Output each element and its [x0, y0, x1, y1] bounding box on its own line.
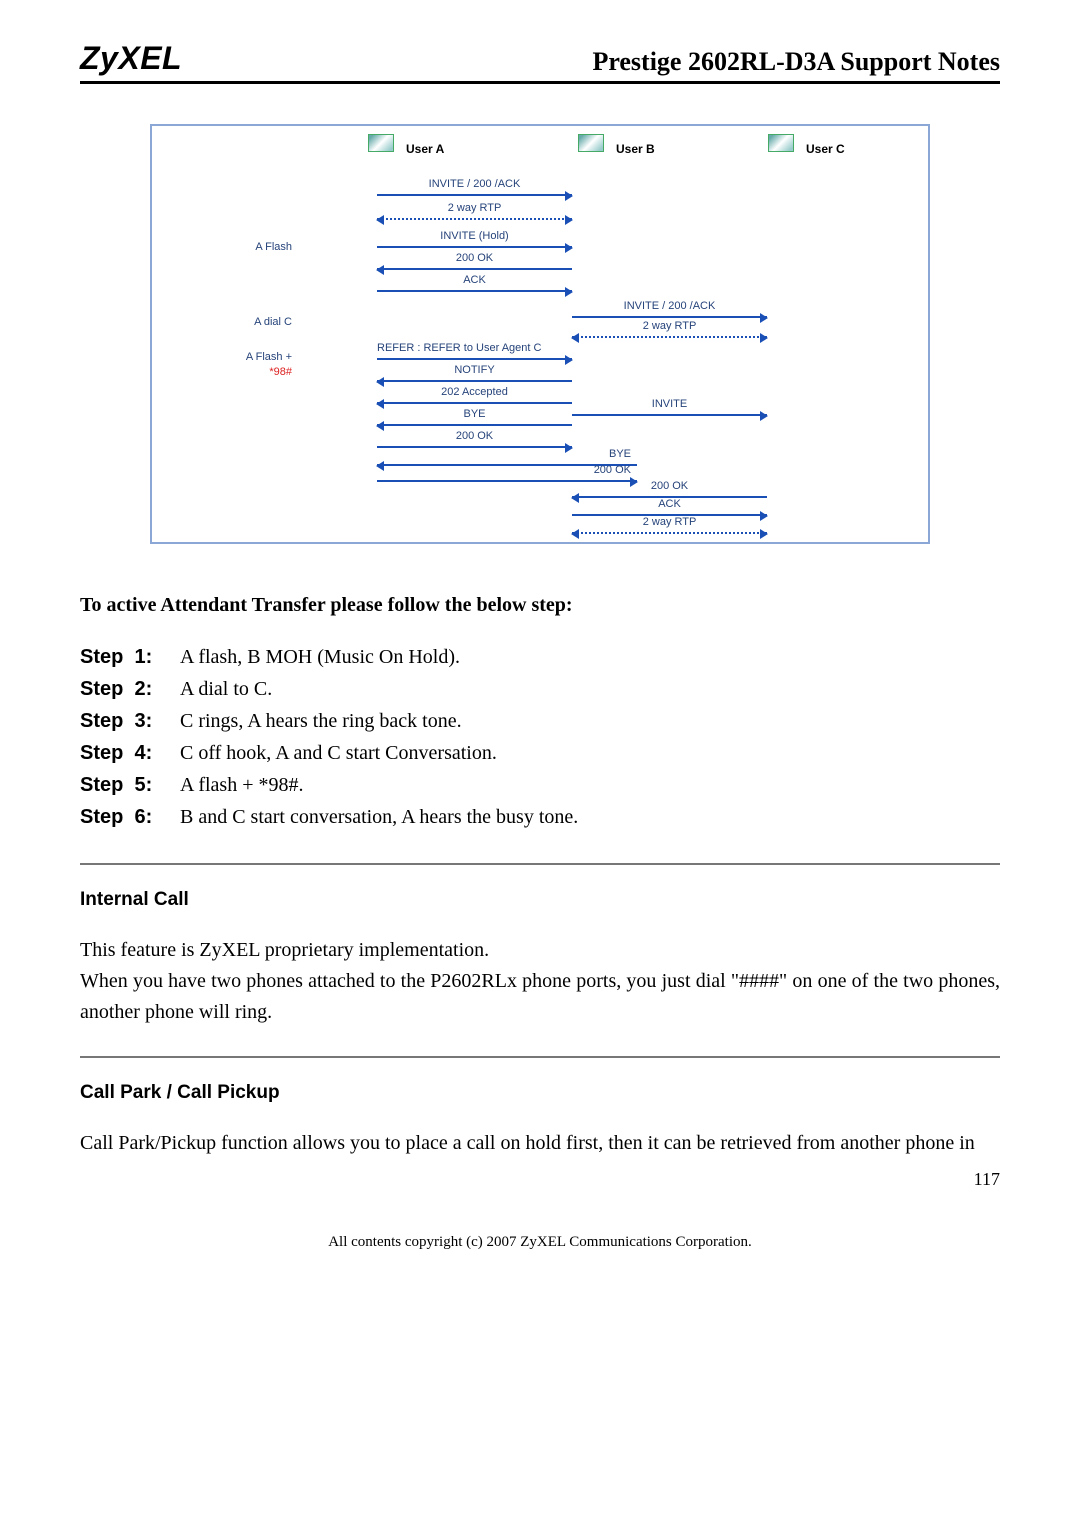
arrow-left-icon	[571, 529, 579, 539]
step-body: B and C start conversation, A hears the …	[180, 801, 1000, 833]
arrow-right-icon	[760, 411, 768, 421]
msg-label: INVITE	[572, 398, 767, 410]
user-c-column-header: User C	[762, 134, 845, 164]
step-row: Step 4: C off hook, A and C start Conver…	[80, 737, 1000, 769]
attendant-transfer-heading: To active Attendant Transfer please foll…	[80, 594, 1000, 617]
side-label-aflash98a: A Flash +	[172, 351, 292, 363]
msg-invite-b-c: INVITE	[572, 414, 767, 416]
msg-200ok-1: 200 OK	[377, 268, 572, 270]
msg-label: BYE	[377, 408, 572, 420]
user-c-label: User C	[806, 142, 845, 156]
internal-call-p2: When you have two phones attached to the…	[80, 966, 1000, 1028]
call-park-heading: Call Park / Call Pickup	[80, 1082, 1000, 1104]
msg-notify: NOTIFY	[377, 380, 572, 382]
step-row: Step 1: A flash, B MOH (Music On Hold).	[80, 641, 1000, 673]
msg-refer: REFER : REFER to User Agent C	[377, 358, 572, 360]
step-label: Step 6:	[80, 801, 170, 833]
call-park-p1: Call Park/Pickup function allows you to …	[80, 1128, 1000, 1159]
msg-2wayrtp-b-c-2: 2 way RTP	[572, 532, 767, 534]
arrow-right-icon	[565, 191, 573, 201]
arrow-right-icon	[760, 529, 768, 539]
step-label: Step 3:	[80, 705, 170, 737]
msg-label: BYE	[377, 448, 637, 460]
document-title: Prestige 2602RL-D3A Support Notes	[592, 47, 1000, 77]
msg-2wayrtp-b-c-1: 2 way RTP	[572, 336, 767, 338]
user-a-label: User A	[406, 142, 444, 156]
footer-copyright: All contents copyright (c) 2007 ZyXEL Co…	[80, 1234, 1000, 1251]
divider	[80, 863, 1000, 865]
msg-invite-200-ack-a-b: INVITE / 200 /ACK	[377, 194, 572, 196]
step-label: Step 4:	[80, 737, 170, 769]
msg-label: 200 OK	[377, 464, 637, 476]
msg-label: INVITE / 200 /ACK	[572, 300, 767, 312]
user-b-label: User B	[616, 142, 655, 156]
arrow-right-icon	[565, 287, 573, 297]
step-row: Step 6: B and C start conversation, A he…	[80, 801, 1000, 833]
step-row: Step 5: A flash + *98#.	[80, 769, 1000, 801]
msg-label: 200 OK	[377, 252, 572, 264]
sip-sequence-diagram: User A User B User C A Flash A dial C A …	[150, 124, 930, 544]
side-label-aflash: A Flash	[172, 241, 292, 253]
msg-label: INVITE (Hold)	[377, 230, 572, 242]
step-body: C rings, A hears the ring back tone.	[180, 705, 1000, 737]
computer-icon	[572, 134, 610, 164]
step-body: C off hook, A and C start Conversation.	[180, 737, 1000, 769]
step-label: Step 2:	[80, 673, 170, 705]
msg-label: INVITE / 200 /ACK	[377, 178, 572, 190]
divider	[80, 1056, 1000, 1058]
msg-bye-1: BYE	[377, 424, 572, 426]
step-body: A flash, B MOH (Music On Hold).	[180, 641, 1000, 673]
arrow-left-icon	[571, 333, 579, 343]
step-label: Step 1:	[80, 641, 170, 673]
step-row: Step 2: A dial to C.	[80, 673, 1000, 705]
msg-label: 2 way RTP	[377, 202, 572, 214]
msg-label: 200 OK	[572, 480, 767, 492]
page-number: 117	[80, 1169, 1000, 1190]
msg-label: ACK	[572, 498, 767, 510]
brand-logo: ZyXEL	[80, 40, 182, 77]
msg-label: 200 OK	[377, 430, 572, 442]
steps-list: Step 1: A flash, B MOH (Music On Hold). …	[80, 641, 1000, 833]
msg-label: 2 way RTP	[572, 516, 767, 528]
arrow-left-icon	[376, 215, 384, 225]
side-label-aflash98b: *98#	[172, 366, 292, 378]
user-b-column-header: User B	[572, 134, 655, 164]
msg-label: REFER : REFER to User Agent C	[377, 342, 572, 354]
msg-label: ACK	[377, 274, 572, 286]
arrow-right-icon	[565, 215, 573, 225]
msg-invite-hold: INVITE (Hold)	[377, 246, 572, 248]
step-body: A dial to C.	[180, 673, 1000, 705]
msg-label: 2 way RTP	[572, 320, 767, 332]
internal-call-heading: Internal Call	[80, 889, 1000, 911]
side-label-adialc: A dial C	[172, 316, 292, 328]
page-header: ZyXEL Prestige 2602RL-D3A Support Notes	[80, 40, 1000, 84]
step-body: A flash + *98#.	[180, 769, 1000, 801]
computer-icon	[362, 134, 400, 164]
msg-ack-1: ACK	[377, 290, 572, 292]
msg-label: NOTIFY	[377, 364, 572, 376]
internal-call-p1: This feature is ZyXEL proprietary implem…	[80, 935, 1000, 966]
msg-label: 202 Accepted	[377, 386, 572, 398]
msg-invite-200-ack-b-c: INVITE / 200 /ACK	[572, 316, 767, 318]
msg-2wayrtp-a-b: 2 way RTP	[377, 218, 572, 220]
msg-202-accepted: 202 Accepted	[377, 402, 572, 404]
arrow-right-icon	[760, 333, 768, 343]
step-row: Step 3: C rings, A hears the ring back t…	[80, 705, 1000, 737]
step-label: Step 5:	[80, 769, 170, 801]
computer-icon	[762, 134, 800, 164]
user-a-column-header: User A	[362, 134, 444, 164]
